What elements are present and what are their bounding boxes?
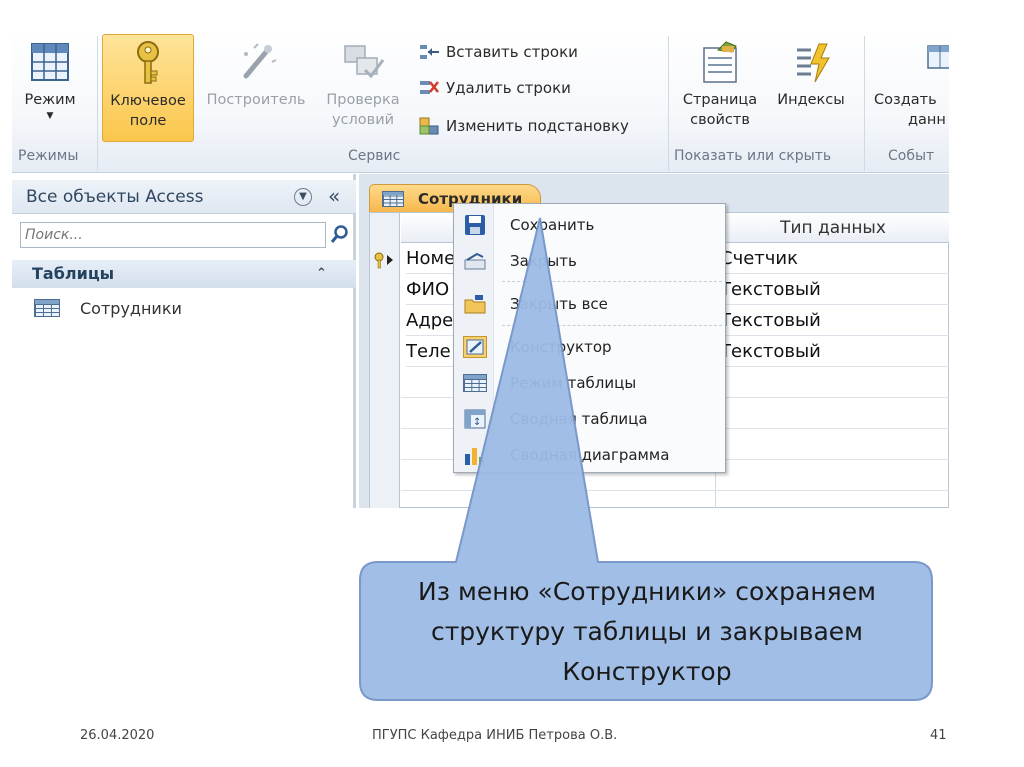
menu-item-pivot-table[interactable]: ↕ Сводная таблица bbox=[454, 402, 725, 436]
menu-item-save-label: Сохранить bbox=[510, 216, 595, 234]
tab-context-menu: Сохранить Закрыть Закрыть все Конструкто… bbox=[453, 203, 726, 473]
primary-key-label-2: поле bbox=[129, 113, 167, 129]
create-data-macros-button[interactable]: Создать данн bbox=[868, 38, 949, 130]
group-label-modes: Режимы bbox=[18, 148, 79, 164]
nav-pane-header[interactable]: Все объекты Access ▼ « bbox=[12, 180, 356, 214]
menu-item-close-all-label: Закрыть все bbox=[510, 295, 608, 313]
nav-item-employees[interactable]: Сотрудники bbox=[34, 294, 182, 322]
menu-item-pivot-table-label: Сводная таблица bbox=[510, 410, 648, 428]
table-icon bbox=[382, 190, 404, 207]
delete-rows-icon bbox=[418, 78, 440, 98]
test-validation-label-2: условий bbox=[331, 112, 395, 128]
data-type-header: Тип данных bbox=[716, 213, 949, 243]
test-validation-label-1: Проверка bbox=[326, 92, 400, 108]
indexes-lightning-icon bbox=[787, 38, 835, 86]
create-data-macros-label-1: Создать bbox=[874, 92, 937, 108]
menu-item-datasheet-view-label: Режим таблицы bbox=[510, 374, 637, 392]
menu-item-design-view-label: Конструктор bbox=[510, 338, 612, 356]
folder-close-all-icon bbox=[463, 293, 487, 315]
property-sheet-label-2: свойств bbox=[690, 112, 750, 128]
validation-check-icon bbox=[339, 38, 387, 86]
group-separator bbox=[668, 36, 669, 171]
footer-author: ПГУПС Кафедра ИНИБ Петрова О.В. bbox=[372, 728, 618, 743]
indexes-button[interactable]: Индексы bbox=[770, 38, 852, 110]
menu-item-datasheet-view[interactable]: Режим таблицы bbox=[454, 366, 725, 400]
menu-item-close-label: Закрыть bbox=[510, 252, 577, 270]
lookup-icon bbox=[418, 116, 440, 136]
group-separator bbox=[864, 36, 865, 171]
nav-pane-title: Все объекты Access bbox=[26, 186, 204, 207]
table-row-type[interactable]: Текстовый bbox=[720, 305, 949, 336]
pivot-table-icon: ↕ bbox=[463, 408, 487, 430]
group-separator bbox=[97, 36, 98, 171]
menu-item-design-view[interactable]: Конструктор bbox=[454, 330, 725, 364]
nav-item-employees-label: Сотрудники bbox=[80, 298, 182, 318]
group-label-service: Сервис bbox=[348, 148, 401, 164]
table-icon bbox=[34, 299, 60, 317]
primary-key-button[interactable]: Ключевое поле bbox=[102, 34, 194, 142]
menu-item-save[interactable]: Сохранить bbox=[454, 208, 725, 242]
builder-button[interactable]: Построитель bbox=[200, 38, 312, 110]
menu-item-pivot-chart-label: Сводная диаграмма bbox=[510, 446, 670, 464]
collapse-pane-icon[interactable]: « bbox=[328, 184, 340, 208]
view-mode-button[interactable]: Режим ▼ bbox=[18, 38, 82, 122]
property-sheet-icon bbox=[696, 38, 744, 86]
menu-separator bbox=[502, 325, 722, 326]
search-icon[interactable] bbox=[330, 224, 350, 244]
change-lookup-button[interactable]: Изменить подстановку bbox=[418, 114, 629, 138]
delete-rows-button[interactable]: Удалить строки bbox=[418, 76, 571, 100]
svg-text:↕: ↕ bbox=[473, 417, 481, 428]
nav-dropdown-icon[interactable]: ▼ bbox=[294, 188, 312, 206]
table-row-type[interactable]: Счетчик bbox=[720, 243, 949, 274]
property-sheet-label-1: Страница bbox=[682, 92, 758, 108]
datasheet-icon bbox=[463, 372, 487, 394]
key-icon bbox=[124, 39, 172, 87]
table-row-type[interactable]: Текстовый bbox=[720, 336, 949, 367]
primary-key-row-icon bbox=[374, 251, 396, 269]
primary-key-label-1: Ключевое bbox=[110, 93, 186, 109]
menu-item-close-all[interactable]: Закрыть все bbox=[454, 287, 725, 321]
footer-date: 26.04.2020 bbox=[80, 728, 155, 743]
callout-text: Из меню «Сотрудники» сохраняем структуру… bbox=[418, 577, 876, 686]
property-sheet-button[interactable]: Страница свойств bbox=[674, 38, 766, 130]
view-mode-label: Режим bbox=[24, 92, 76, 108]
close-document-icon bbox=[463, 250, 487, 272]
menu-separator bbox=[502, 281, 722, 282]
indexes-label: Индексы bbox=[777, 92, 845, 108]
insert-rows-label: Вставить строки bbox=[446, 43, 578, 61]
create-data-macros-label-2: данн bbox=[908, 112, 946, 128]
save-icon bbox=[463, 214, 487, 236]
group-label-show-hide: Показать или скрыть bbox=[674, 148, 832, 164]
dropdown-arrow-icon: ▼ bbox=[46, 111, 54, 121]
nav-group-tables-label: Таблицы bbox=[32, 264, 115, 283]
footer-page-number: 41 bbox=[930, 728, 947, 743]
group-label-events: Событ bbox=[888, 148, 935, 164]
change-lookup-label: Изменить подстановку bbox=[446, 117, 629, 135]
delete-rows-label: Удалить строки bbox=[446, 79, 571, 97]
test-validation-button[interactable]: Проверка условий bbox=[316, 38, 410, 130]
builder-label: Построитель bbox=[206, 92, 306, 108]
navigation-pane: Все объекты Access ▼ « Таблицы ⌃ Сотрудн… bbox=[12, 174, 356, 508]
insert-rows-button[interactable]: Вставить строки bbox=[418, 40, 578, 64]
nav-search-input[interactable] bbox=[20, 222, 326, 248]
chevron-up-icon[interactable]: ⌃ bbox=[316, 260, 327, 288]
table-row-type[interactable]: Текстовый bbox=[720, 274, 949, 305]
table-view-icon bbox=[26, 38, 74, 86]
ribbon: Режим ▼ Ключевое поле Построитель Провер… bbox=[12, 28, 949, 173]
menu-item-close[interactable]: Закрыть bbox=[454, 244, 725, 278]
magic-wand-icon bbox=[232, 38, 280, 86]
data-macro-icon bbox=[924, 38, 949, 86]
nav-group-tables[interactable]: Таблицы ⌃ bbox=[12, 260, 356, 288]
menu-item-pivot-chart[interactable]: Сводная диаграмма bbox=[454, 438, 725, 472]
design-view-icon bbox=[463, 336, 487, 358]
pivot-chart-icon bbox=[463, 444, 487, 466]
insert-rows-icon bbox=[418, 42, 440, 62]
